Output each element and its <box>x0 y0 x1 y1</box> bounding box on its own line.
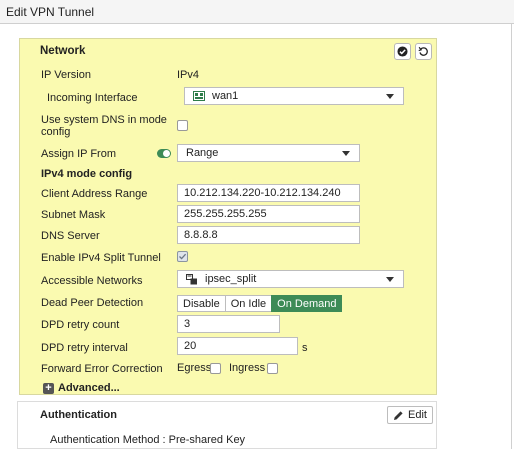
authentication-edit-button[interactable]: Edit <box>387 406 433 424</box>
pencil-icon <box>394 411 403 420</box>
authentication-section-title: Authentication <box>40 409 117 421</box>
ip-version-value: IPv4 <box>177 69 200 81</box>
accessible-networks-value: ipsec_split <box>205 273 257 285</box>
dpd-option-disable[interactable]: Disable <box>177 295 226 312</box>
fec-egress-checkbox[interactable] <box>210 363 221 374</box>
assign-ip-value: Range <box>186 147 219 159</box>
checkmark-icon <box>179 253 187 260</box>
fec-ingress-checkbox[interactable] <box>267 363 278 374</box>
system-dns-checkbox[interactable] <box>177 120 188 131</box>
ipv4-mode-config-heading: IPv4 mode config <box>41 168 133 180</box>
dpd-retry-interval-label: DPD retry interval <box>41 342 128 354</box>
dpd-label: Dead Peer Detection <box>41 297 144 309</box>
ip-version-label: IP Version <box>41 69 91 81</box>
dpd-option-on-idle[interactable]: On Idle <box>224 295 273 312</box>
dpd-retry-interval-input[interactable]: 20 <box>177 337 298 355</box>
advanced-toggle[interactable]: Advanced... <box>58 382 120 395</box>
network-section-title: Network <box>40 45 86 57</box>
dns-server-value: 8.8.8.8 <box>184 229 218 241</box>
incoming-interface-select[interactable]: wan1 <box>184 87 404 105</box>
client-range-value: 10.212.134.220-10.212.134.240 <box>184 187 341 199</box>
incoming-interface-value: wan1 <box>212 90 239 102</box>
dialog-title-bar: Edit VPN Tunnel <box>0 0 514 24</box>
chevron-down-icon <box>342 151 350 156</box>
dialog-title: Edit VPN Tunnel <box>6 5 95 19</box>
scroll-edge <box>511 24 512 449</box>
dpd-retry-count-label: DPD retry count <box>41 319 120 331</box>
checkmark-icon <box>397 46 408 57</box>
subnet-mask-value: 255.255.255.255 <box>184 208 267 220</box>
fec-label: Forward Error Correction <box>41 363 163 375</box>
authentication-method-text: Authentication Method : Pre-shared Key <box>50 434 246 446</box>
split-tunnel-label: Enable IPv4 Split Tunnel <box>41 252 161 264</box>
incoming-interface-label: Incoming Interface <box>47 92 138 104</box>
assign-ip-toggle[interactable] <box>157 149 171 158</box>
chevron-down-icon <box>386 277 394 282</box>
fec-egress-label: Egress <box>177 362 212 374</box>
dpd-option-on-demand[interactable]: On Demand <box>271 295 343 312</box>
assign-ip-label: Assign IP From <box>41 148 116 160</box>
toggle-knob <box>163 150 170 157</box>
undo-icon <box>418 46 428 56</box>
dpd-retry-interval-unit: s <box>302 342 308 354</box>
dpd-retry-count-value: 3 <box>184 318 191 330</box>
dpd-retry-count-input[interactable]: 3 <box>177 315 280 333</box>
chevron-down-icon <box>386 94 394 99</box>
accessible-networks-select[interactable]: ipsec_split <box>177 270 404 288</box>
authentication-edit-label: Edit <box>408 409 427 421</box>
apply-button[interactable] <box>394 43 411 60</box>
dpd-segmented-control: Disable On Idle On Demand <box>177 295 343 312</box>
revert-button[interactable] <box>415 43 432 60</box>
dns-server-input[interactable]: 8.8.8.8 <box>177 226 360 244</box>
subnet-mask-input[interactable]: 255.255.255.255 <box>177 205 360 223</box>
assign-ip-select[interactable]: Range <box>177 144 360 162</box>
split-tunnel-checkbox[interactable] <box>177 251 188 262</box>
dns-server-label: DNS Server <box>41 230 100 242</box>
client-range-label: Client Address Range <box>41 188 148 200</box>
system-dns-label-line2: config <box>41 126 71 138</box>
plus-icon[interactable]: + <box>43 383 54 394</box>
dpd-retry-interval-value: 20 <box>184 340 197 352</box>
client-range-input[interactable]: 10.212.134.220-10.212.134.240 <box>177 184 360 202</box>
accessible-networks-label: Accessible Networks <box>41 275 143 287</box>
interface-icon <box>193 91 205 101</box>
network-section: Network IP Version IPv4 Incoming Interfa… <box>19 38 437 395</box>
fec-ingress-label: Ingress <box>229 362 266 374</box>
subnet-mask-label: Subnet Mask <box>41 209 106 221</box>
address-group-icon <box>186 274 197 285</box>
authentication-section: Authentication Edit Authentication Metho… <box>17 401 437 449</box>
